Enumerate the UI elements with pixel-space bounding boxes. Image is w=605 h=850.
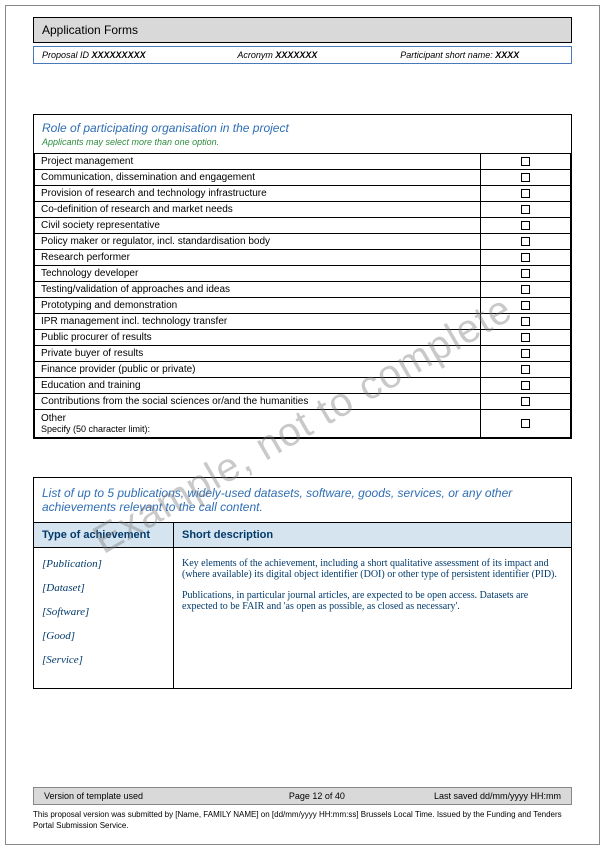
roles-item-label: Research performer: [35, 250, 481, 266]
roles-row: Communication, dissemination and engagem…: [35, 170, 571, 186]
roles-item-label: IPR management incl. technology transfer: [35, 314, 481, 330]
roles-row: Co-definition of research and market nee…: [35, 202, 571, 218]
roles-item-label: Public procurer of results: [35, 330, 481, 346]
roles-subtitle: Applicants may select more than one opti…: [42, 137, 563, 147]
roles-title: Role of participating organisation in th…: [42, 121, 563, 135]
pub-col-desc: Short description: [174, 523, 571, 547]
roles-checkbox[interactable]: [521, 381, 530, 390]
footer-version: Version of template used: [44, 791, 245, 801]
footer-bar: Version of template used Page 12 of 40 L…: [33, 787, 572, 805]
roles-item-label: Private buyer of results: [35, 346, 481, 362]
pub-desc-2: Publications, in particular journal arti…: [182, 590, 563, 612]
roles-item-label: Finance provider (public or private): [35, 362, 481, 378]
pub-desc-1: Key elements of the achievement, includi…: [182, 558, 563, 580]
roles-checkbox[interactable]: [521, 157, 530, 166]
publication-type: [Publication]: [42, 558, 165, 570]
roles-section: Role of participating organisation in th…: [33, 114, 572, 439]
roles-item-label: Project management: [35, 154, 481, 170]
participant-label: Participant short name:: [400, 50, 493, 60]
roles-item-label: Civil society representative: [35, 218, 481, 234]
roles-checkbox[interactable]: [521, 397, 530, 406]
roles-item-label: Policy maker or regulator, incl. standar…: [35, 234, 481, 250]
publications-title: List of up to 5 publications, widely-use…: [34, 478, 571, 523]
roles-other-label: OtherSpecify (50 character limit):: [35, 410, 481, 438]
publication-type: [Service]: [42, 654, 165, 666]
roles-checkbox[interactable]: [521, 221, 530, 230]
roles-checkbox[interactable]: [521, 301, 530, 310]
roles-row: Research performer: [35, 250, 571, 266]
proposal-id-label: Proposal ID: [42, 50, 89, 60]
roles-row: Technology developer: [35, 266, 571, 282]
pub-col-type: Type of achievement: [34, 523, 174, 547]
roles-row: Finance provider (public or private): [35, 362, 571, 378]
proposal-id-value: XXXXXXXXX: [92, 50, 146, 60]
roles-checkbox[interactable]: [521, 349, 530, 358]
roles-checkbox[interactable]: [521, 419, 530, 428]
roles-checkbox[interactable]: [521, 285, 530, 294]
footer-page: Page 12 of 40: [245, 791, 389, 801]
roles-row: Public procurer of results: [35, 330, 571, 346]
roles-row: Project management: [35, 154, 571, 170]
acronym-label: Acronym: [237, 50, 273, 60]
roles-row: Policy maker or regulator, incl. standar…: [35, 234, 571, 250]
roles-item-label: Provision of research and technology inf…: [35, 186, 481, 202]
roles-row: Education and training: [35, 378, 571, 394]
roles-row: Prototyping and demonstration: [35, 298, 571, 314]
roles-checkbox[interactable]: [521, 365, 530, 374]
roles-row: Testing/validation of approaches and ide…: [35, 282, 571, 298]
publication-type: [Dataset]: [42, 582, 165, 594]
roles-item-label: Contributions from the social sciences o…: [35, 394, 481, 410]
roles-checkbox[interactable]: [521, 269, 530, 278]
publication-type: [Good]: [42, 630, 165, 642]
roles-item-label: Communication, dissemination and engagem…: [35, 170, 481, 186]
roles-checkbox[interactable]: [521, 317, 530, 326]
roles-checkbox[interactable]: [521, 205, 530, 214]
roles-row: Civil society representative: [35, 218, 571, 234]
roles-checkbox[interactable]: [521, 237, 530, 246]
id-bar: Proposal ID XXXXXXXXX Acronym XXXXXXX Pa…: [33, 46, 572, 64]
acronym-value: XXXXXXX: [275, 50, 317, 60]
form-title: Application Forms: [42, 23, 138, 37]
footer-note: This proposal version was submitted by […: [33, 810, 572, 831]
roles-checkbox[interactable]: [521, 253, 530, 262]
roles-checkbox[interactable]: [521, 173, 530, 182]
publications-section: List of up to 5 publications, widely-use…: [33, 477, 572, 689]
roles-checkbox[interactable]: [521, 189, 530, 198]
roles-item-label: Technology developer: [35, 266, 481, 282]
roles-item-label: Education and training: [35, 378, 481, 394]
form-header: Application Forms: [33, 17, 572, 43]
roles-table: Project managementCommunication, dissemi…: [34, 153, 571, 438]
roles-row: Private buyer of results: [35, 346, 571, 362]
roles-checkbox[interactable]: [521, 333, 530, 342]
footer-saved: Last saved dd/mm/yyyy HH:mm: [389, 791, 561, 801]
participant-value: XXXX: [495, 50, 519, 60]
roles-row: Contributions from the social sciences o…: [35, 394, 571, 410]
roles-item-label: Prototyping and demonstration: [35, 298, 481, 314]
roles-row: Provision of research and technology inf…: [35, 186, 571, 202]
roles-item-label: Co-definition of research and market nee…: [35, 202, 481, 218]
roles-row: IPR management incl. technology transfer: [35, 314, 571, 330]
roles-item-label: Testing/validation of approaches and ide…: [35, 282, 481, 298]
publication-type: [Software]: [42, 606, 165, 618]
